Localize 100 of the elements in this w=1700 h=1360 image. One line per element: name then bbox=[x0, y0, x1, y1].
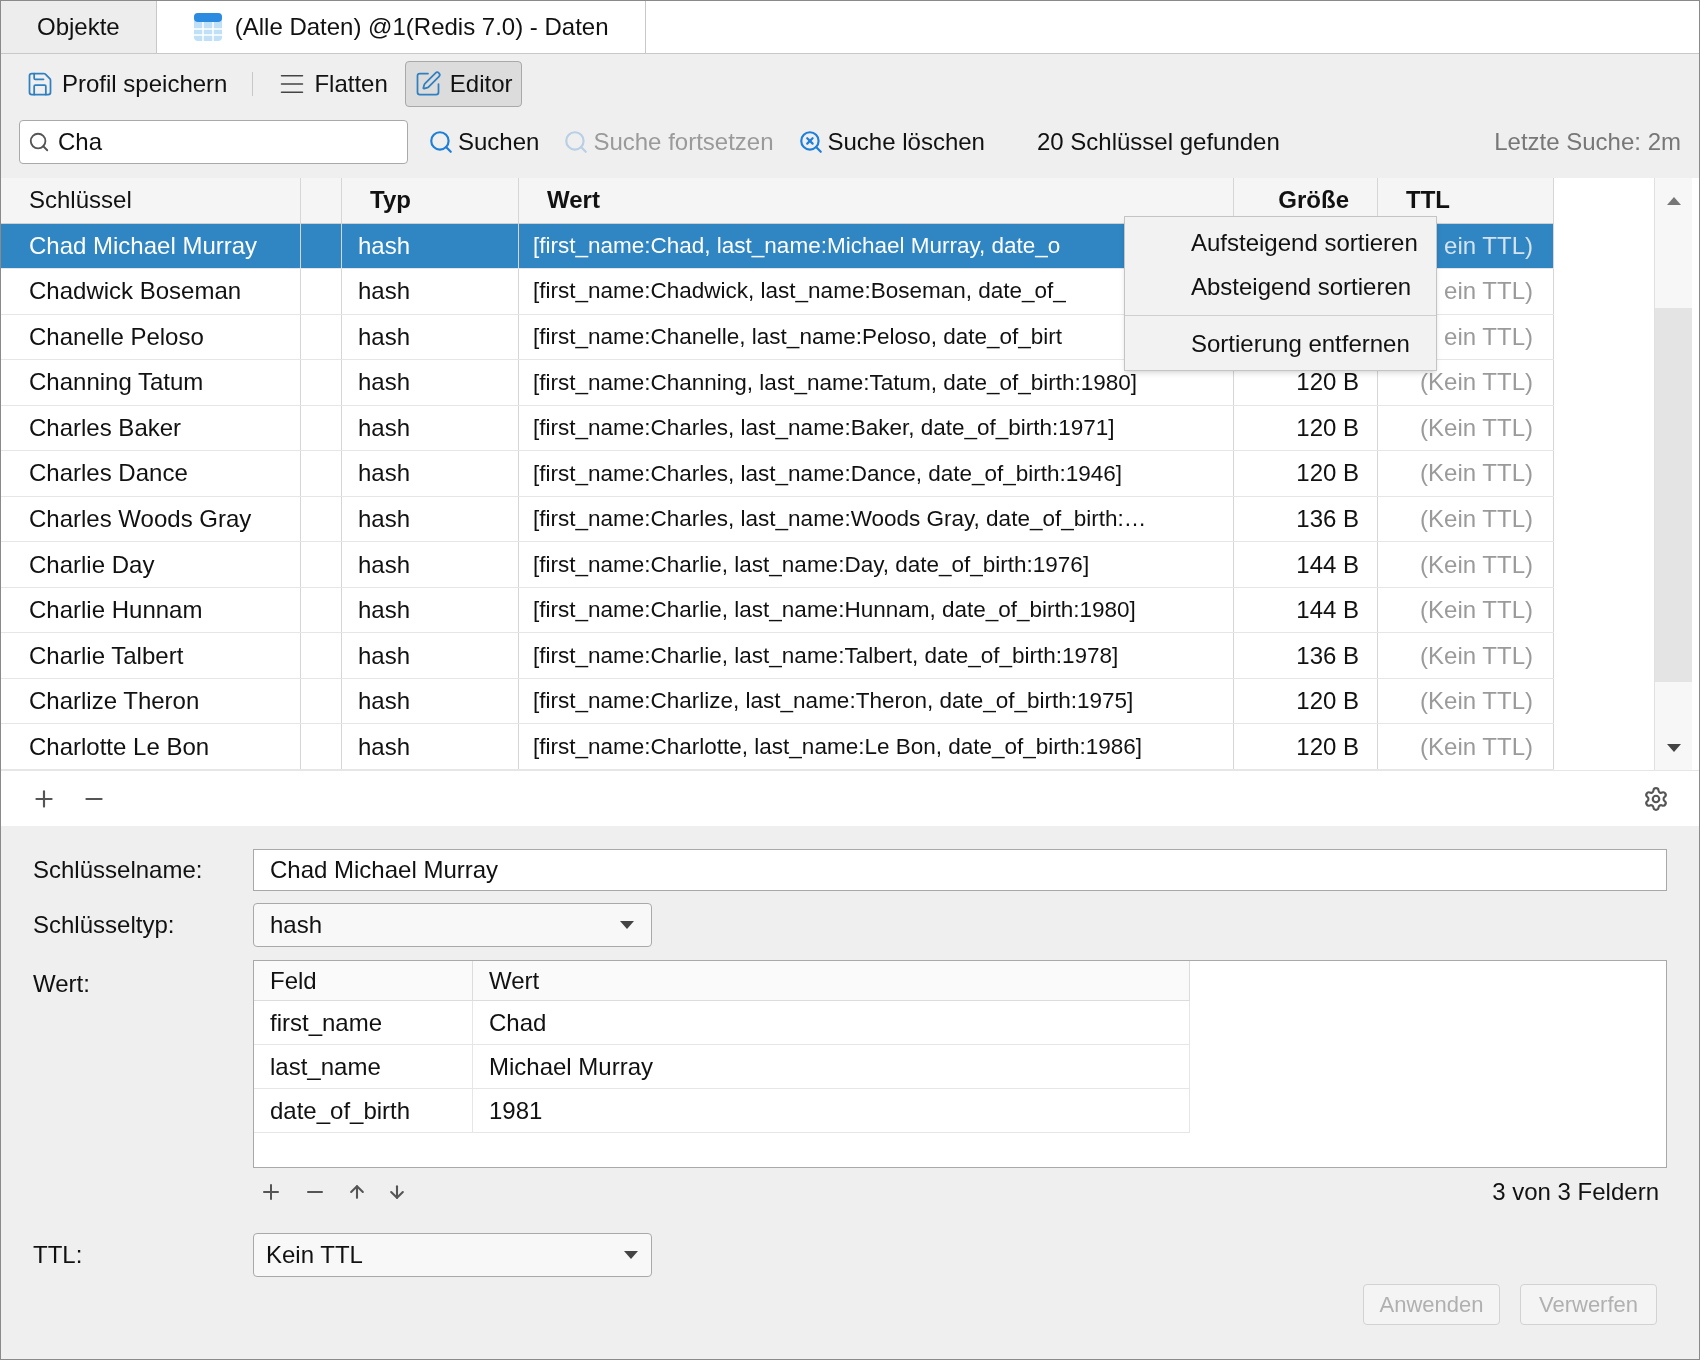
table-cell: hash bbox=[342, 451, 519, 496]
table-cell: hash bbox=[342, 542, 519, 587]
move-down-icon[interactable] bbox=[387, 1182, 407, 1202]
table-cell: Chadwick Boseman bbox=[1, 269, 301, 314]
save-icon bbox=[26, 70, 54, 98]
table-cell-text: (Kein TTL) bbox=[1420, 504, 1533, 534]
value-text: Cha bbox=[58, 127, 103, 157]
table-row[interactable]: Charlize Theron hash [first_name:Charlize, last_name:Theron, date_of_birth:1975] 120 B (Kein TTL) bbox=[1, 678, 1554, 725]
toolbar-button[interactable]: Editor bbox=[404, 61, 522, 107]
table-cell-text: (Kein TTL) bbox=[1420, 595, 1533, 626]
table-cell: hash bbox=[342, 314, 519, 360]
table-cell-text: (Kein TTL) bbox=[1420, 731, 1533, 762]
table-cell-text: 120 B bbox=[1296, 686, 1359, 717]
table-row[interactable]: Charlotte Le Bon hash [first_name:Charlotte, last_name:Le Bon, date_of_birth:1986] 120 B (Kein TTL) bbox=[1, 724, 1554, 770]
table-cell-text: (Kein TTL) bbox=[1420, 640, 1533, 671]
table-cell-text: 144 B bbox=[1296, 595, 1359, 626]
table-cell: [first_name:Charlotte, last_name:Le Bon, date_of_birth:1986] bbox=[519, 724, 1234, 769]
table-cell: [first_name:Charlize, last_name:Theron, date_of_birth:1975] bbox=[519, 678, 1234, 724]
table-cell: hash bbox=[342, 724, 519, 769]
table-cell: hash bbox=[342, 678, 519, 724]
table-cell: hash bbox=[342, 269, 519, 314]
table-cell: hash bbox=[342, 360, 519, 405]
table-cell: Charlotte Le Bon bbox=[1, 724, 301, 769]
table-cell: hash bbox=[342, 496, 519, 542]
table-cell-text: Chad bbox=[488, 1007, 548, 1038]
table-row[interactable]: Channing Tatum hash [first_name:Channing, last_name:Tatum, date_of_birth:1980] 120 B (Kein TTL) bbox=[1, 360, 1554, 406]
table-cell: hash bbox=[342, 405, 519, 451]
table-cell-text: 120 B bbox=[1296, 458, 1359, 489]
table-cell-text: (Kein TTL) bbox=[1420, 686, 1533, 717]
table-cell-text: 120 B bbox=[1296, 367, 1359, 398]
table-cell-text: Michael Murray bbox=[488, 1051, 655, 1082]
table-cell: [first_name:Charlie, last_name:Talbert, date_of_birth:1978] bbox=[519, 633, 1234, 678]
dropdown-icon bbox=[619, 920, 635, 930]
table-icon bbox=[192, 12, 223, 42]
result-count: 20 Schlüssel gefunden bbox=[1036, 127, 1280, 157]
field-label: Schlüsseltyp: bbox=[33, 910, 176, 940]
table-cell-text: 120 B bbox=[1296, 412, 1359, 443]
field-label: TTL: bbox=[33, 1240, 84, 1270]
column-header[interactable]: Schlüssel bbox=[1, 178, 301, 223]
table-cell-text: 120 B bbox=[1296, 731, 1359, 762]
table-cell-text: 136 B bbox=[1296, 504, 1359, 534]
table-cell: [first_name:Charles, last_name:Dance, date_of_birth:1946] bbox=[519, 451, 1234, 496]
table-cell: date_of_birth bbox=[254, 1089, 473, 1132]
table-cell-text: 1981 bbox=[488, 1095, 544, 1126]
table-cell: [first_name:Charlie, last_name:Hunnam, date_of_birth:1980] bbox=[519, 587, 1234, 633]
last-search-text: Letzte Suche: 2m bbox=[1494, 127, 1681, 157]
table-cell-text: ein TTL) bbox=[1444, 230, 1533, 261]
table-cell: Chanelle Peloso bbox=[1, 314, 301, 360]
table-cell: hash bbox=[342, 587, 519, 633]
table-cell: Charlie Day bbox=[1, 542, 301, 587]
table-row[interactable]: Charlie Talbert hash [first_name:Charlie, last_name:Talbert, date_of_birth:1978] 136 B (Kein TTL) bbox=[1, 633, 1554, 679]
table-row[interactable]: Charlie Day hash [first_name:Charlie, last_name:Day, date_of_birth:1976] 144 B (Kein TTL) bbox=[1, 542, 1554, 588]
search-action[interactable]: Suchen bbox=[424, 124, 544, 160]
table-cell-text: 136 B bbox=[1296, 640, 1359, 671]
toolbar-button[interactable]: Profil speichern bbox=[17, 61, 237, 107]
search-icon bbox=[28, 131, 50, 153]
table-cell: Channing Tatum bbox=[1, 360, 301, 405]
table-cell: last_name bbox=[254, 1045, 473, 1088]
settings-icon[interactable] bbox=[1643, 785, 1669, 812]
scrollbar-thumb[interactable] bbox=[1655, 308, 1692, 682]
search-field[interactable]: Cha bbox=[19, 120, 408, 164]
search-icon bbox=[563, 129, 590, 155]
table-cell-text: (Kein TTL) bbox=[1420, 367, 1533, 398]
column-header[interactable]: Wert bbox=[473, 961, 1190, 1000]
table-row[interactable]: Charles Dance hash [first_name:Charles, last_name:Dance, date_of_birth:1946] 120 B (Kein TTL) bbox=[1, 451, 1554, 497]
field-count: 3 von 3 Feldern bbox=[1492, 1177, 1660, 1207]
table-row[interactable]: Charles Woods Gray hash [first_name:Charles, last_name:Woods Gray, date_of_birth:… 136 B (Kein TTL) bbox=[1, 496, 1554, 543]
move-up-icon[interactable] bbox=[347, 1182, 367, 1202]
key-name-field[interactable]: Chad Michael Murray bbox=[253, 849, 1667, 891]
column-header[interactable]: Typ bbox=[342, 178, 519, 223]
table-cell: [first_name:Charles, last_name:Woods Gray, date_of_birth:… bbox=[519, 496, 1234, 542]
table-row[interactable]: Charles Baker hash [first_name:Charles, last_name:Baker, date_of_birth:1971] 120 B (Kein TTL) bbox=[1, 405, 1554, 452]
table-cell: hash bbox=[342, 633, 519, 678]
table-cell: first_name bbox=[254, 1001, 473, 1044]
scroll-down-icon bbox=[1665, 743, 1682, 753]
table-cell-text: (Kein TTL) bbox=[1420, 458, 1533, 489]
table-cell: Charlie Hunnam bbox=[1, 587, 301, 633]
table-cell-text: (Kein TTL) bbox=[1420, 549, 1533, 580]
key-type-select[interactable]: hash bbox=[253, 903, 652, 947]
table-cell: [first_name:Charles, last_name:Baker, date_of_birth:1971] bbox=[519, 405, 1234, 451]
table-cell: Charles Woods Gray bbox=[1, 496, 301, 542]
search-action[interactable]: Suche löschen bbox=[793, 124, 989, 160]
search-icon bbox=[428, 129, 454, 155]
table-cell-text: ein TTL) bbox=[1444, 321, 1533, 352]
table-cell: Charles Baker bbox=[1, 405, 301, 451]
column-header[interactable]: Feld bbox=[254, 961, 473, 1000]
ttl-select[interactable]: Kein TTL bbox=[253, 1233, 652, 1277]
table-cell: Charlie Talbert bbox=[1, 633, 301, 678]
toolbar-button[interactable]: Flatten bbox=[269, 61, 397, 107]
table-row[interactable]: Charlie Hunnam hash [first_name:Charlie, last_name:Hunnam, date_of_birth:1980] 144 B (Kein TTL) bbox=[1, 587, 1554, 634]
field-label: Schlüsselname: bbox=[33, 855, 204, 885]
table-cell: Charlize Theron bbox=[1, 678, 301, 724]
scroll-up-icon[interactable] bbox=[1665, 196, 1682, 206]
table-cell: [first_name:Charlie, last_name:Day, date_of_birth:1976] bbox=[519, 542, 1234, 587]
table-cell-text: ein TTL) bbox=[1444, 276, 1533, 307]
tab[interactable]: Objekte bbox=[1, 1, 157, 53]
table-cell: Chad Michael Murray bbox=[1, 223, 301, 269]
dropdown-icon bbox=[623, 1250, 639, 1260]
table-cell-text: 144 B bbox=[1296, 549, 1359, 580]
table-cell: Charles Dance bbox=[1, 451, 301, 496]
